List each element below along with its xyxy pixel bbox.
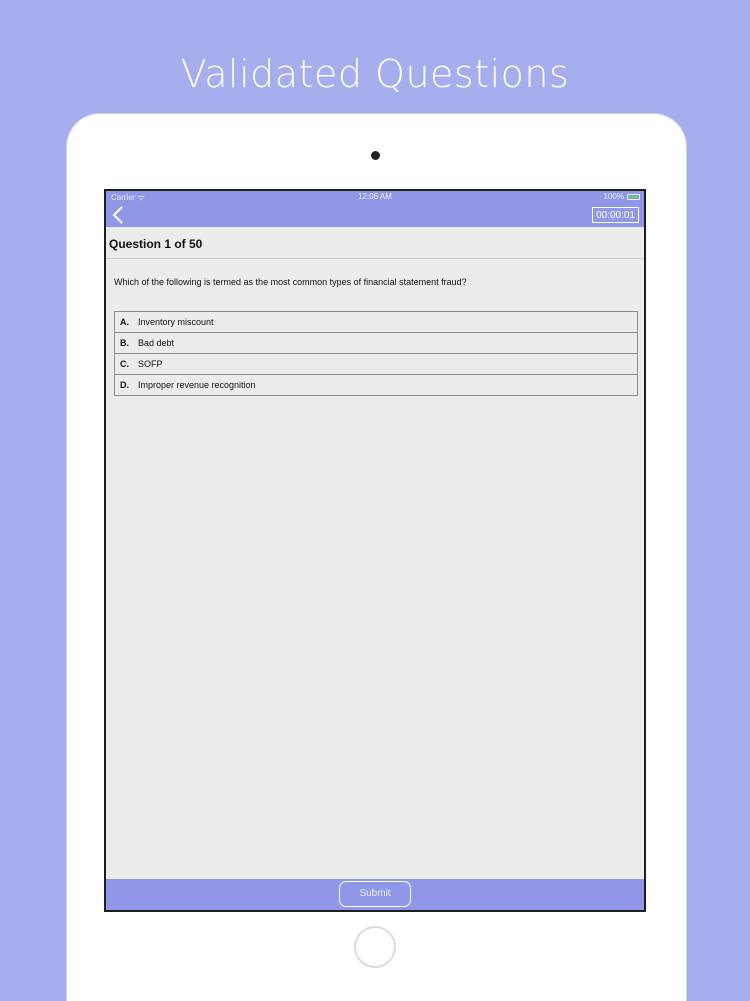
battery-icon	[627, 194, 640, 200]
option-text: Bad debt	[138, 338, 175, 348]
option-text: Inventory miscount	[138, 317, 214, 327]
answer-option-d[interactable]: D. Improper revenue recognition	[114, 374, 638, 396]
footer-bar: Submit	[106, 879, 644, 910]
option-text: SOFP	[138, 359, 163, 369]
header-divider	[106, 258, 644, 259]
option-letter: A.	[120, 317, 129, 327]
answer-options: A. Inventory miscount B. Bad debt C. SOF…	[114, 311, 638, 396]
home-button[interactable]	[354, 926, 396, 968]
answer-option-c[interactable]: C. SOFP	[114, 353, 638, 375]
quiz-timer: 00:00:01	[592, 207, 639, 223]
option-letter: C.	[120, 359, 129, 369]
question-counter: Question 1 of 50	[109, 237, 203, 251]
option-letter: D.	[120, 380, 129, 390]
tablet-screen: Carrier ᯤ 12:06 AM 100% 00:00:01 Questio…	[104, 189, 646, 912]
promo-title: Validated Questions	[180, 52, 570, 96]
chevron-left-icon	[112, 206, 123, 224]
option-letter: B.	[120, 338, 129, 348]
answer-option-b[interactable]: B. Bad debt	[114, 332, 638, 354]
submit-button[interactable]: Submit	[339, 881, 411, 907]
tablet-device-frame: Carrier ᯤ 12:06 AM 100% 00:00:01 Questio…	[66, 113, 687, 1001]
camera-dot	[371, 151, 380, 160]
back-button[interactable]	[112, 205, 130, 225]
answer-option-a[interactable]: A. Inventory miscount	[114, 311, 638, 333]
nav-bar: 00:00:01	[106, 203, 644, 227]
option-text: Improper revenue recognition	[138, 380, 256, 390]
status-bar: Carrier ᯤ 12:06 AM 100%	[106, 191, 644, 203]
battery-percent: 100%	[603, 192, 624, 201]
question-text: Which of the following is termed as the …	[114, 277, 467, 287]
status-time: 12:06 AM	[358, 192, 392, 201]
app-screen: Carrier ᯤ 12:06 AM 100% 00:00:01 Questio…	[106, 191, 644, 910]
